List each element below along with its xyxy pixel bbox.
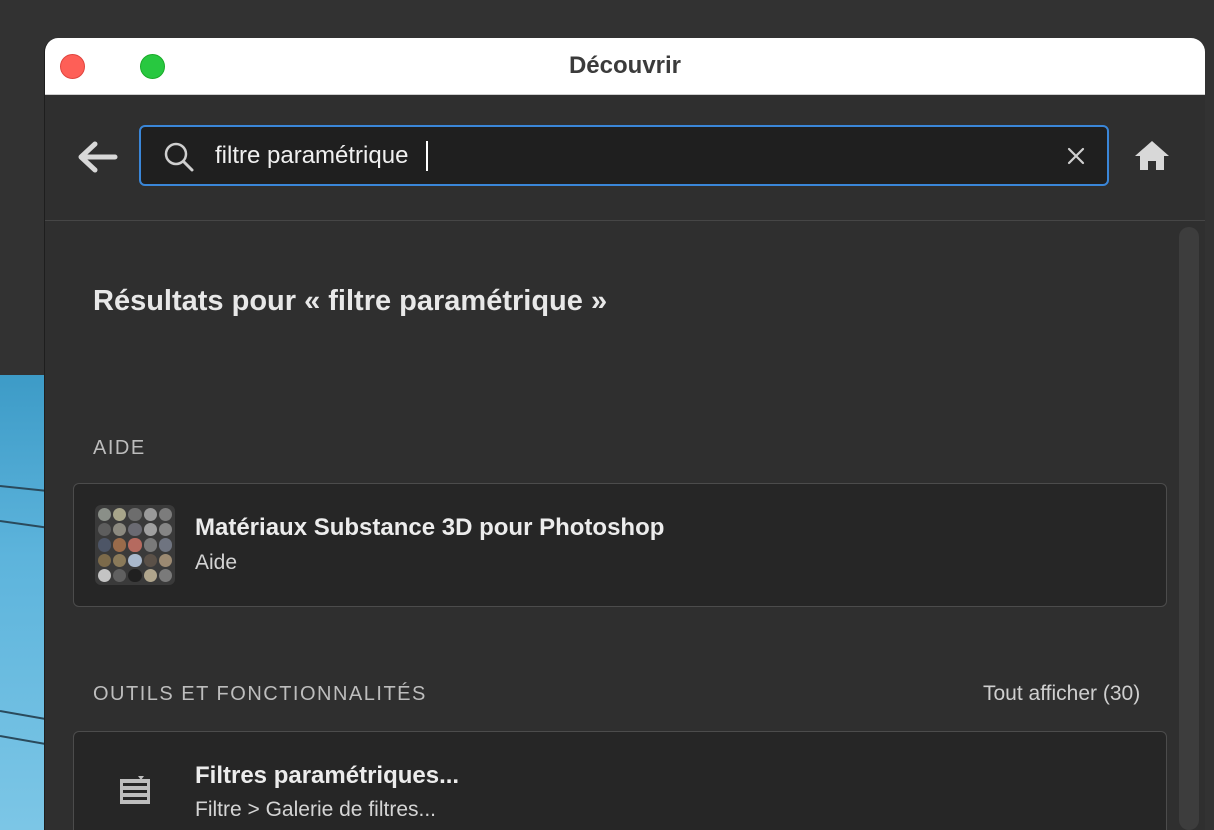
tool-item-subtitle: Filtre > Galerie de filtres... [195, 798, 436, 821]
results-panel: Résultats pour « filtre paramétrique » A… [45, 221, 1205, 830]
clear-search-icon[interactable] [1065, 145, 1087, 167]
discover-window: Découvrir Résultats pour « fi [44, 38, 1205, 830]
title-bar: Découvrir [45, 38, 1205, 95]
tool-item-title: Filtres paramétriques... [195, 762, 460, 789]
search-field[interactable] [139, 125, 1109, 186]
text-caret [426, 141, 428, 171]
filter-gallery-icon [120, 776, 150, 804]
tools-section-label: OUTILS ET FONCTIONNALITÉS [93, 683, 427, 705]
materials-thumbnail-icon [95, 505, 175, 585]
show-all-link[interactable]: Tout afficher (30) [983, 682, 1140, 706]
search-icon [164, 142, 194, 172]
help-item-title: Matériaux Substance 3D pour Photoshop [195, 514, 665, 541]
scrollbar[interactable] [1179, 227, 1199, 830]
help-result-item[interactable]: Matériaux Substance 3D pour Photoshop Ai… [73, 483, 1167, 607]
help-section-label: AIDE [93, 437, 146, 459]
back-arrow-icon [78, 141, 118, 173]
home-button[interactable] [1133, 137, 1171, 175]
results-heading: Résultats pour « filtre paramétrique » [93, 285, 608, 317]
search-input[interactable] [215, 137, 1035, 175]
tool-result-item[interactable]: Filtres paramétriques... Filtre > Galeri… [73, 731, 1167, 830]
help-item-subtitle: Aide [195, 551, 238, 574]
home-icon [1135, 141, 1169, 170]
window-title: Découvrir [568, 52, 682, 79]
search-toolbar [45, 95, 1205, 221]
back-button[interactable] [75, 139, 119, 175]
